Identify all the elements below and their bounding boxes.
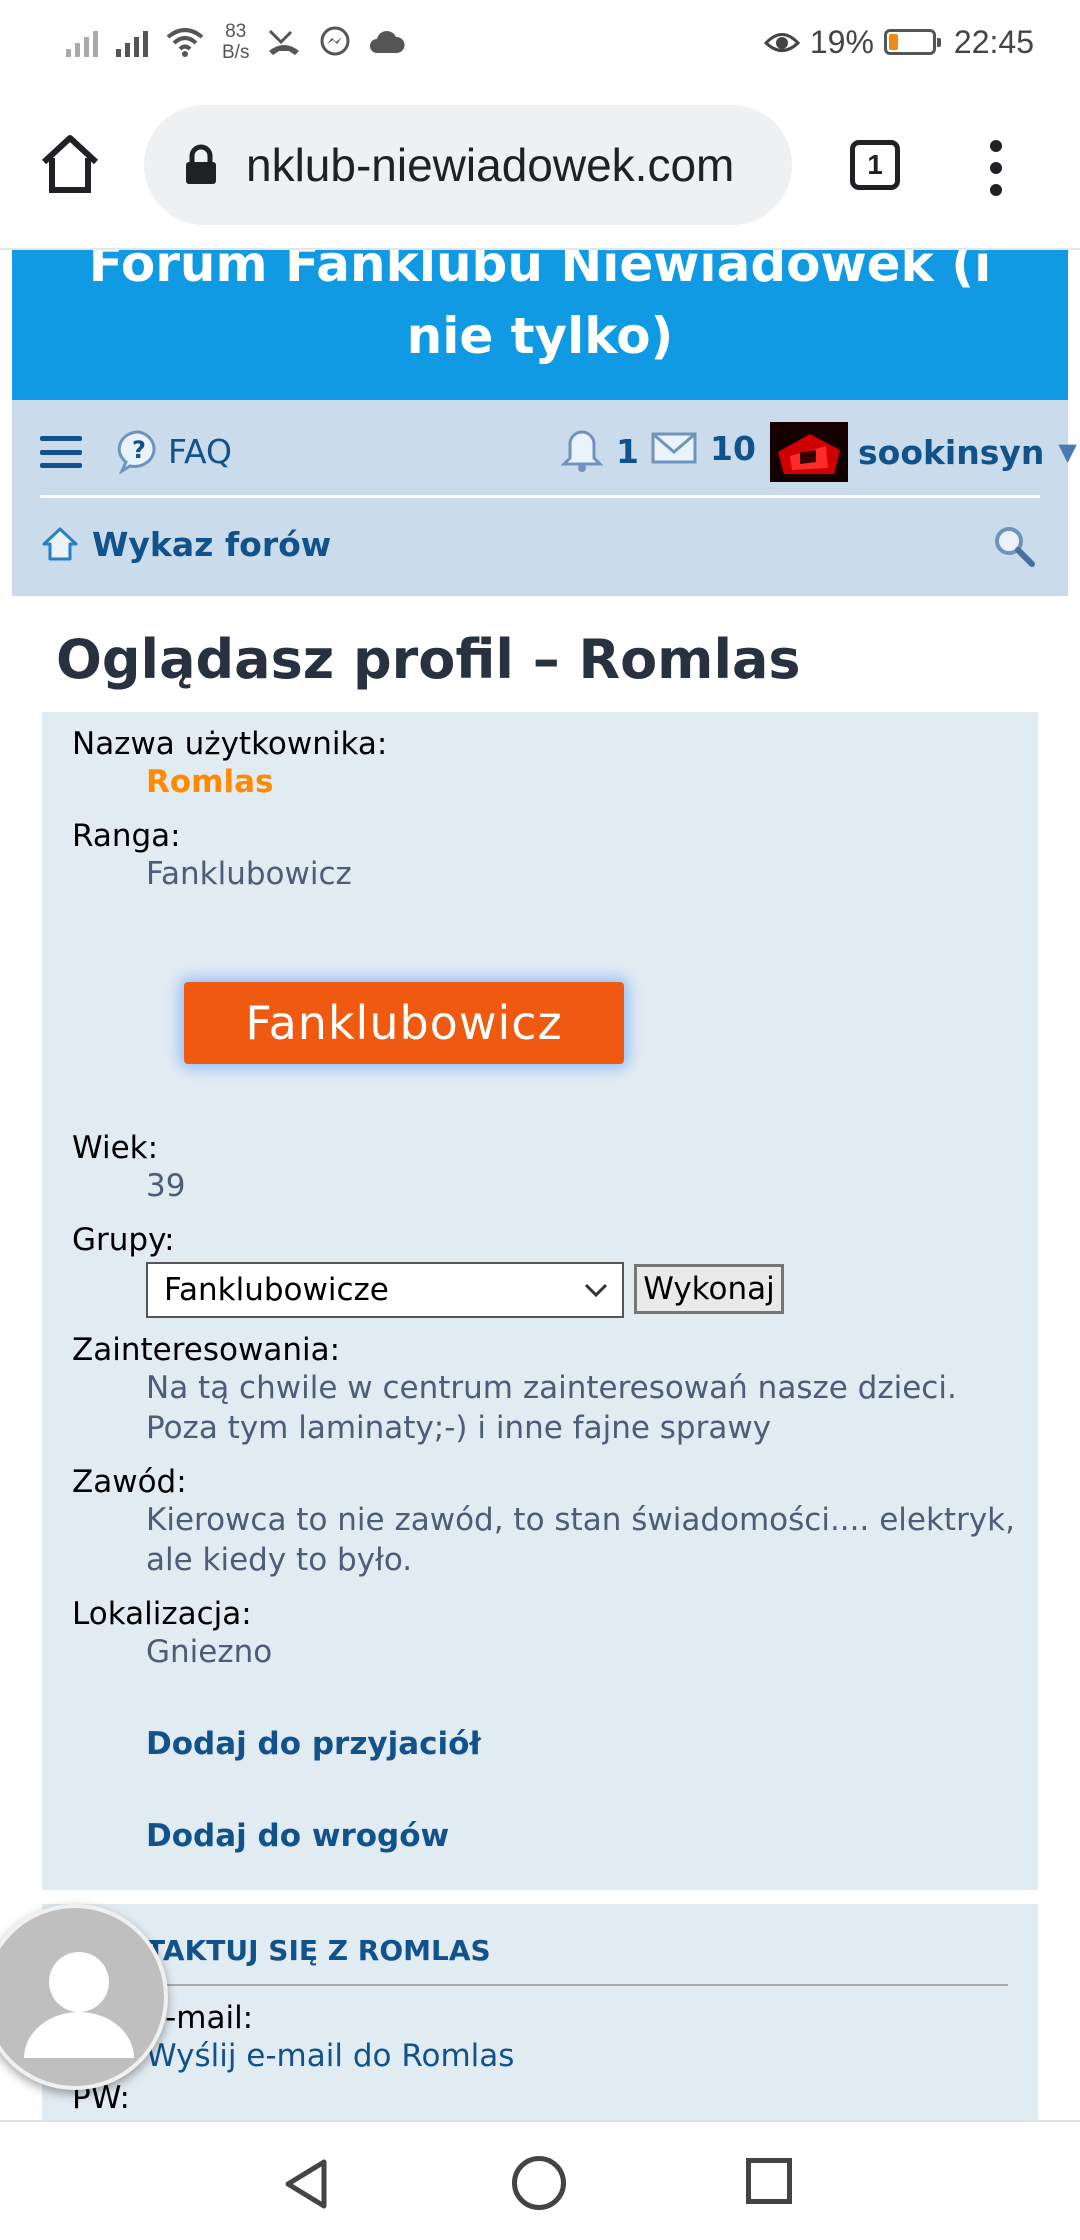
rank-image: Fanklubowicz bbox=[184, 982, 624, 1064]
faq-icon: ? bbox=[117, 430, 156, 474]
interests-value: Na tą chwile w centrum zainteresowań nas… bbox=[146, 1370, 957, 1446]
address-bar[interactable]: nklub-niewiadowek.com bbox=[144, 105, 792, 225]
interests-label: Zainteresowania: bbox=[72, 1332, 341, 1368]
rank-label: Ranga: bbox=[72, 818, 181, 854]
site-title[interactable]: Forum Fanklubu Niewiadowek (i nie tylko) bbox=[12, 250, 1068, 372]
groups-submit-button[interactable]: Wykonaj bbox=[634, 1264, 784, 1314]
notifications-link[interactable]: 1 bbox=[560, 428, 639, 474]
location-label: Lokalizacja: bbox=[72, 1596, 252, 1632]
more-vert-icon[interactable] bbox=[988, 140, 1004, 196]
faq-label: FAQ bbox=[168, 431, 232, 471]
envelope-icon bbox=[651, 432, 697, 464]
search-icon[interactable] bbox=[992, 524, 1036, 568]
status-bar: 83 B/s 19% 22:45 bbox=[0, 0, 1080, 84]
occupation-label: Zawód: bbox=[72, 1464, 187, 1500]
occupation-value: Kierowca to nie zawód, to stan świadomoś… bbox=[146, 1502, 1015, 1578]
faq-link[interactable]: ? FAQ bbox=[116, 428, 232, 474]
bell-icon bbox=[560, 430, 604, 472]
username-label: Nazwa użytkownika: bbox=[72, 726, 388, 762]
navbar-breadcrumb-row: Wykaz forów bbox=[40, 498, 1040, 596]
email-link[interactable]: Wyślij e-mail do Romlas bbox=[146, 2038, 514, 2074]
home-circle-icon[interactable] bbox=[512, 2156, 566, 2210]
notifications-count: 1 bbox=[616, 431, 639, 471]
messages-link[interactable]: 10 bbox=[650, 428, 756, 468]
breadcrumb-home[interactable]: Wykaz forów bbox=[40, 524, 331, 564]
battery-fill bbox=[888, 34, 898, 50]
url-text[interactable]: nklub-niewiadowek.com bbox=[246, 138, 734, 192]
user-menu[interactable]: sookinsyn ▼ bbox=[770, 422, 1077, 482]
browser-toolbar: nklub-niewiadowek.com 1 bbox=[0, 84, 1080, 250]
home-outline-icon bbox=[42, 527, 78, 561]
messages-count: 10 bbox=[710, 428, 756, 468]
contact-title: TAKTUJ SIĘ Z ROMLAS bbox=[72, 1934, 1008, 1986]
recents-icon[interactable] bbox=[746, 2158, 792, 2204]
missed-call-icon bbox=[269, 29, 300, 55]
username: sookinsyn bbox=[858, 432, 1045, 472]
avatar-image bbox=[770, 422, 848, 482]
groups-label: Grupy: bbox=[72, 1222, 175, 1258]
svg-text:?: ? bbox=[132, 436, 146, 464]
messenger-icon bbox=[320, 26, 350, 56]
site-header: Forum Fanklubu Niewiadowek (i nie tylko) bbox=[12, 250, 1068, 400]
cloud-icon bbox=[370, 30, 405, 53]
net-speed-value: 83 bbox=[225, 21, 247, 42]
age-label: Wiek: bbox=[72, 1130, 159, 1166]
eye-comfort-icon bbox=[763, 33, 800, 52]
tabs-icon[interactable]: 1 bbox=[850, 140, 900, 190]
breadcrumb-home-label: Wykaz forów bbox=[92, 524, 332, 564]
status-right: 19% 22:45 bbox=[763, 14, 1034, 70]
home-icon[interactable] bbox=[38, 132, 102, 196]
lock-icon bbox=[186, 144, 216, 184]
system-nav-bar bbox=[0, 2120, 1080, 2240]
net-speed: 83 B/s bbox=[222, 21, 249, 63]
navbar-top-row: ? FAQ 1 10 sookinsyn ▼ bbox=[40, 400, 1077, 498]
wifi-icon bbox=[166, 28, 204, 57]
back-icon[interactable] bbox=[282, 2158, 330, 2210]
contact-panel: TAKTUJ SIĘ Z ROMLAS e-mail: Wyślij e-mai… bbox=[42, 1904, 1038, 2124]
page-title: Oglądasz profil – Romlas bbox=[56, 628, 801, 691]
location-value: Gniezno bbox=[146, 1634, 273, 1670]
signal-icon-sim2 bbox=[116, 27, 148, 57]
hamburger-menu-icon[interactable] bbox=[40, 436, 82, 468]
add-foe-link[interactable]: Dodaj do wrogów bbox=[146, 1818, 449, 1854]
battery-icon bbox=[883, 29, 941, 55]
user-avatar bbox=[770, 422, 848, 482]
battery-percent: 19% bbox=[809, 23, 874, 60]
navbar: ? FAQ 1 10 sookinsyn ▼ Wykaz forów bbox=[12, 400, 1077, 596]
rank-value: Fanklubowicz bbox=[146, 856, 352, 892]
profile-panel: Nazwa użytkownika: Romlas Ranga: Fanklub… bbox=[42, 712, 1038, 1890]
signal-icon-sim1 bbox=[66, 27, 98, 57]
net-speed-unit: B/s bbox=[222, 42, 250, 63]
username-value[interactable]: Romlas bbox=[146, 762, 273, 802]
groups-selected: Fanklubowicze bbox=[164, 1272, 389, 1308]
status-left: 83 B/s bbox=[66, 14, 405, 70]
age-value: 39 bbox=[146, 1168, 186, 1204]
clock: 22:45 bbox=[953, 23, 1034, 60]
rank-image-text: Fanklubowicz bbox=[245, 996, 563, 1050]
add-friend-link[interactable]: Dodaj do przyjaciół bbox=[146, 1726, 481, 1762]
chevron-down-icon: ▼ bbox=[1058, 438, 1077, 466]
groups-select[interactable]: Fanklubowicze bbox=[146, 1262, 624, 1318]
tab-count: 1 bbox=[867, 149, 883, 180]
chevron-down-icon bbox=[584, 1283, 608, 1298]
